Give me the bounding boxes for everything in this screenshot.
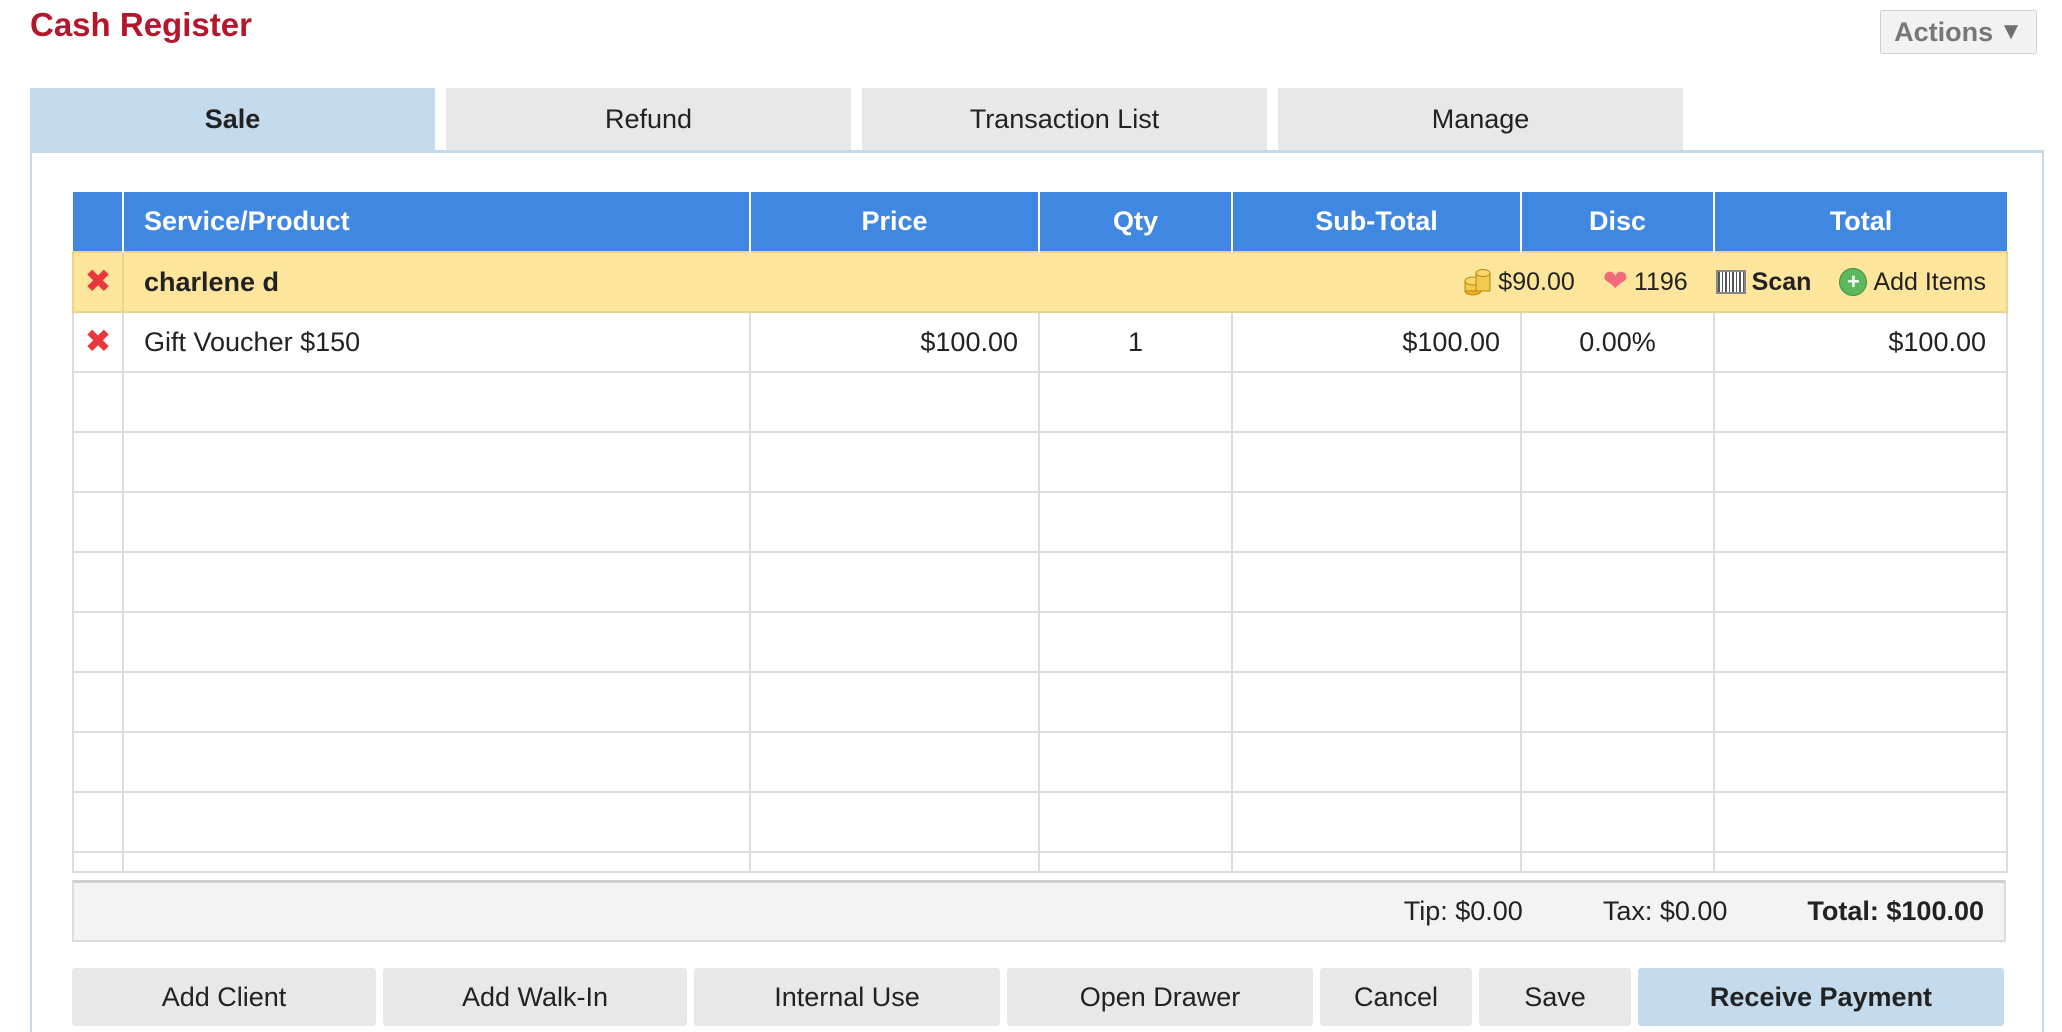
client-name[interactable]: charlene d <box>144 267 279 298</box>
plus-circle-icon: + <box>1839 268 1868 296</box>
grand-total: Total: $100.00 <box>1807 896 1984 926</box>
remove-item-icon[interactable]: ✖ <box>85 323 112 359</box>
table-row-empty <box>72 551 2008 613</box>
table-row: ✖ Gift Voucher $150 $100.00 1 $100.00 0.… <box>72 311 2008 373</box>
client-points-value: 1196 <box>1633 267 1688 296</box>
coins-icon <box>1464 267 1492 297</box>
table-row-empty <box>72 791 2008 853</box>
item-total: $100.00 <box>1713 311 2008 373</box>
table-row-empty <box>72 611 2008 673</box>
item-price[interactable]: $100.00 <box>749 311 1040 373</box>
sale-items-table: Service/Product Price Qty Sub-Total Disc… <box>72 192 2008 873</box>
tab-manage[interactable]: Manage <box>1278 88 1683 150</box>
table-row-empty <box>72 731 2008 793</box>
tab-bar: Sale Refund Transaction List Manage <box>30 88 1683 150</box>
receive-payment-button[interactable]: Receive Payment <box>1638 968 2004 1026</box>
column-header-product[interactable]: Service/Product <box>123 192 751 252</box>
tip-amount[interactable]: Tip: $0.00 <box>1404 896 1523 927</box>
totals-bar: Tip: $0.00 Tax: $0.00 Total: $100.00 <box>72 880 2006 942</box>
barcode-icon <box>1715 270 1746 294</box>
page-title: Cash Register <box>30 6 252 43</box>
client-tools: $90.00 ❤ 1196 Scan + Add Items <box>1446 267 1986 297</box>
add-client-button[interactable]: Add Client <box>72 968 376 1026</box>
client-points[interactable]: ❤ 1196 <box>1603 267 1688 297</box>
item-product[interactable]: Gift Voucher $150 <box>122 311 751 373</box>
client-row: ✖ charlene d $90.00 ❤ 1196 Scan + Add It… <box>72 251 2008 313</box>
table-row-empty <box>72 851 2008 873</box>
column-header-disc[interactable]: Disc <box>1521 192 1715 252</box>
add-walkin-button[interactable]: Add Walk-In <box>383 968 687 1026</box>
column-header-price[interactable]: Price <box>750 192 1040 252</box>
tab-refund[interactable]: Refund <box>446 88 851 150</box>
open-drawer-button[interactable]: Open Drawer <box>1007 968 1313 1026</box>
actions-dropdown-button[interactable]: Actions ▼ <box>1880 10 2037 54</box>
action-buttons: Add Client Add Walk-In Internal Use Open… <box>72 968 2004 1026</box>
add-items-button[interactable]: + Add Items <box>1839 268 1986 297</box>
remove-client-cell: ✖ <box>72 251 124 313</box>
client-balance-value: $90.00 <box>1498 267 1575 296</box>
item-disc[interactable]: 0.00% <box>1520 311 1715 373</box>
table-row-empty <box>72 431 2008 493</box>
column-header-subtotal[interactable]: Sub-Total <box>1232 192 1522 252</box>
tab-transaction-list[interactable]: Transaction List <box>862 88 1267 150</box>
table-row-empty <box>72 671 2008 733</box>
internal-use-button[interactable]: Internal Use <box>694 968 1000 1026</box>
scan-label: Scan <box>1751 267 1812 296</box>
table-row-empty <box>72 491 2008 553</box>
column-header-total[interactable]: Total <box>1714 192 2007 252</box>
save-button[interactable]: Save <box>1479 968 1631 1026</box>
item-subtotal: $100.00 <box>1231 311 1522 373</box>
table-header-row: Service/Product Price Qty Sub-Total Disc… <box>73 192 2007 252</box>
add-items-label: Add Items <box>1873 267 1986 296</box>
remove-client-icon[interactable]: ✖ <box>85 263 112 299</box>
client-info-cell: charlene d $90.00 ❤ 1196 Scan + Add Item… <box>122 251 2008 313</box>
table-row-empty <box>72 371 2008 433</box>
remove-item-cell: ✖ <box>72 311 124 373</box>
column-header-remove <box>73 192 124 252</box>
column-header-qty[interactable]: Qty <box>1039 192 1233 252</box>
cancel-button[interactable]: Cancel <box>1320 968 1472 1026</box>
heart-icon: ❤ <box>1602 265 1628 298</box>
tax-amount: Tax: $0.00 <box>1602 896 1728 926</box>
caret-down-icon: ▼ <box>1999 18 2023 45</box>
scan-button[interactable]: Scan <box>1715 267 1812 297</box>
actions-label: Actions <box>1894 16 1994 47</box>
item-qty[interactable]: 1 <box>1038 311 1233 373</box>
tab-sale[interactable]: Sale <box>30 88 435 150</box>
client-balance[interactable]: $90.00 <box>1464 267 1575 297</box>
